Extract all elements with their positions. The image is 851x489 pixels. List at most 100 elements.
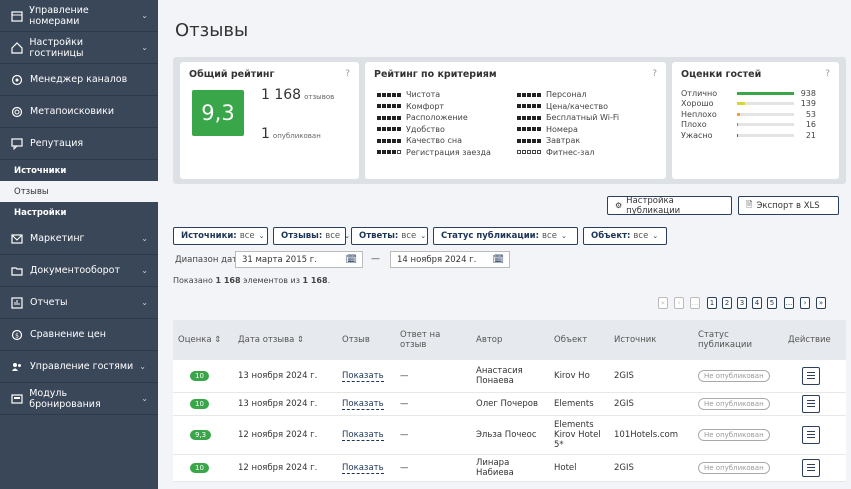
pagination-button[interactable]: 2 (722, 297, 732, 309)
filter-key: Отзывы: (281, 231, 323, 241)
sidebar-item-network[interactable]: Менеджер каналов (0, 64, 158, 96)
review-date: 13 ноября 2024 г. (233, 360, 337, 393)
chevron-down-icon: ⌄ (652, 232, 659, 240)
filter-value: все (239, 231, 255, 241)
column-header[interactable]: Оценка ⇕ (173, 320, 233, 360)
rating-stars (377, 127, 402, 132)
pagination-button[interactable]: ... (690, 297, 700, 309)
guest-rating-row: Неплохо 53 (681, 109, 816, 119)
show-review-link[interactable]: Показать (342, 462, 384, 474)
show-review-link[interactable]: Показать (342, 398, 384, 410)
sidebar-item-search[interactable]: Метапоисковики (0, 96, 158, 128)
pagination-button[interactable]: 3 (737, 297, 747, 309)
show-review-link[interactable]: Показать (342, 429, 384, 441)
filter-dropdown[interactable]: Отзывы: все ⌄ (273, 227, 350, 245)
criterion: Цена/качество (517, 101, 608, 113)
guest-rating-label: Плохо (681, 120, 707, 129)
row-menu-button[interactable] (802, 366, 820, 385)
show-review-link[interactable]: Показать (342, 370, 384, 382)
chevron-down-icon: ⌄ (141, 266, 148, 275)
guest-rating-row: Отлично 938 (681, 88, 816, 98)
publish-settings-button[interactable]: ⚙ Настройка публикации (607, 196, 732, 216)
row-menu-button[interactable] (802, 425, 820, 444)
calendar-icon[interactable]: 🗓 (346, 255, 357, 265)
review-answer: — (395, 392, 471, 416)
row-menu-button[interactable] (802, 458, 820, 477)
sidebar-item-folder[interactable]: Документооборот ⌄ (0, 255, 158, 287)
criterion: Номера (517, 124, 578, 136)
criterion-label: Завтрак (546, 136, 581, 146)
guest-rating-label: Хорошо (681, 99, 714, 108)
filter-dropdown[interactable]: Статус публикации: все ⌄ (433, 227, 578, 245)
guest-rating-count: 53 (805, 109, 816, 119)
gear-icon: ⚙ (615, 201, 623, 210)
column-header[interactable]: Дата отзыва ⇕ (233, 320, 337, 360)
help-icon[interactable]: ? (652, 69, 657, 79)
column-header: Ответ на отзыв (400, 330, 441, 350)
review-object: Elements (549, 392, 609, 416)
sidebar-subitem[interactable]: Источники (0, 160, 158, 181)
help-icon[interactable]: ? (345, 69, 350, 79)
sidebar-item-home[interactable]: Настройки гостиницы ⌄ (0, 32, 158, 64)
sidebar-item-label: Управление номерами (29, 4, 89, 27)
network-icon (10, 73, 24, 87)
calendar-icon[interactable]: 🗓 (493, 255, 504, 265)
help-icon[interactable]: ? (825, 69, 830, 79)
pagination-button[interactable]: 1 (707, 297, 717, 309)
chevron-down-icon: ⌄ (141, 43, 148, 52)
table-row: 10 12 ноября 2024 г. Показать — Линара Набие… (173, 454, 846, 482)
sidebar-item-mail[interactable]: Маркетинг ⌄ (0, 223, 158, 255)
row-menu-button[interactable] (802, 394, 820, 413)
rating-stars (377, 115, 402, 120)
filter-dropdown[interactable]: Ответы: все ⌄ (351, 227, 428, 245)
table-row: 10 13 ноября 2024 г. Показать — Анастасия По… (173, 360, 846, 393)
rating-stars (517, 150, 542, 155)
sidebar-item-users[interactable]: Управление гостями ⌄ (0, 351, 158, 383)
date-dash: — (371, 254, 380, 264)
pagination-button[interactable]: 5 (767, 297, 777, 309)
sidebar: Управление номерами ⌄ Настройки гостиницы ⌄… (0, 0, 158, 489)
date-range-label: Диапазон дат: (175, 255, 241, 265)
sidebar-subitem[interactable]: Отзывы (0, 181, 158, 202)
filter-dropdown[interactable]: Объект: все ⌄ (583, 227, 667, 245)
pagination-button[interactable]: » (816, 297, 826, 309)
pagination-button[interactable]: ... (784, 297, 794, 309)
pagination-button[interactable]: 4 (752, 297, 762, 309)
criterion: Удобство (377, 124, 445, 136)
chevron-down-icon: ⌄ (141, 298, 148, 307)
sidebar-item-chart[interactable]: Отчеты ⌄ (0, 287, 158, 319)
overall-score: 9,3 (192, 90, 244, 136)
review-object: Elements Kirov Hotel 5* (549, 415, 609, 455)
sidebar-item-label: Документооборот (30, 265, 121, 276)
review-answer: — (395, 454, 471, 482)
sidebar-item-booking[interactable]: Модуль бронирования ⌄ (0, 383, 158, 415)
review-answer: — (395, 360, 471, 393)
review-date: 12 ноября 2024 г. (233, 454, 337, 482)
folder-icon (10, 264, 24, 278)
sidebar-item-chat[interactable]: Репутация (0, 128, 158, 160)
pagination-button[interactable]: ‹ (674, 297, 684, 309)
chevron-down-icon: ⌄ (141, 394, 148, 403)
date-to-input[interactable]: 14 ноября 2024 г. 🗓 (390, 251, 510, 268)
sidebar-subitem[interactable]: Настройки (0, 202, 158, 223)
pagination-button[interactable]: › (800, 297, 810, 309)
page-title: Отзывы (175, 20, 249, 41)
date-from-input[interactable]: 31 марта 2015 г. 🗓 (235, 251, 363, 268)
sidebar-item-label: Сравнение цен (30, 329, 106, 340)
sidebar-item-calendar[interactable]: Управление номерами ⌄ (0, 0, 158, 32)
column-header: Автор (476, 335, 503, 345)
chevron-down-icon: ⌄ (344, 232, 351, 240)
export-xls-button[interactable]: 🗎 Экспорт в XLS (738, 196, 839, 215)
sidebar-item-coin[interactable]: $ Сравнение цен (0, 319, 158, 351)
criterion-label: Комфорт (406, 101, 445, 111)
filter-dropdown[interactable]: Источники: все ⌄ (173, 227, 268, 245)
filter-key: Статус публикации: (441, 231, 540, 241)
sidebar-item-label: Настройки гостиницы (29, 36, 84, 59)
review-answer: — (395, 415, 471, 455)
reviews-table: Оценка ⇕ Дата отзыва ⇕ Отзыв Ответ на отзыв… (173, 320, 846, 482)
review-source: 2GIS (609, 454, 693, 482)
rating-stars (517, 127, 542, 132)
pagination-button[interactable]: « (658, 297, 668, 309)
guest-ratings-title: Оценки гостей (681, 69, 762, 80)
chart-icon (10, 296, 24, 310)
